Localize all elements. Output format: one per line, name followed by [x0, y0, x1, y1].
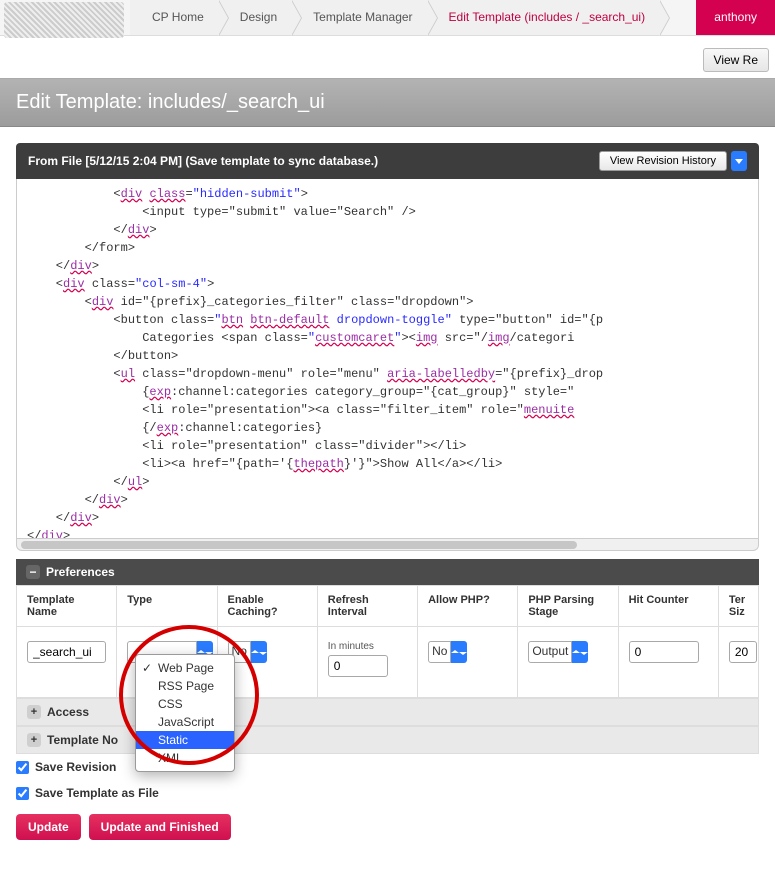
- editor-horizontal-scrollbar[interactable]: [16, 539, 759, 551]
- crumb-edit-template[interactable]: Edit Template (includes / _search_ui): [427, 0, 660, 35]
- hit-counter-input[interactable]: [629, 641, 699, 663]
- view-revision-history-button[interactable]: View Revision History: [599, 151, 727, 171]
- refresh-note: In minutes: [328, 641, 407, 652]
- select-arrow-icon: [451, 641, 467, 663]
- col-refresh-interval: Refresh Interval: [317, 586, 417, 627]
- crumb-template-manager[interactable]: Template Manager: [291, 0, 426, 35]
- site-logo: [4, 2, 124, 38]
- page-title: Edit Template: includes/_search_ui: [0, 78, 775, 127]
- preferences-section-header[interactable]: − Preferences: [16, 559, 759, 585]
- scrollbar-thumb[interactable]: [21, 541, 577, 549]
- col-allow-php: Allow PHP?: [418, 586, 518, 627]
- collapse-icon: −: [26, 565, 40, 579]
- template-notes-label: Template No: [47, 733, 118, 747]
- update-and-finished-button[interactable]: Update and Finished: [89, 814, 231, 840]
- access-section-header[interactable]: + Access: [16, 698, 759, 726]
- template-code-editor[interactable]: <div class="hidden-submit"> <input type=…: [16, 179, 759, 539]
- col-php-stage: PHP Parsing Stage: [518, 586, 618, 627]
- select-arrow-icon: [251, 641, 267, 663]
- ter-size-input[interactable]: [729, 641, 757, 663]
- select-arrow-icon: [572, 641, 588, 663]
- save-revision-label: Save Revision: [35, 760, 116, 774]
- save-as-file-checkbox[interactable]: [16, 787, 29, 800]
- allow-php-select[interactable]: No: [428, 641, 467, 663]
- breadcrumb-bar: CP Home Design Template Manager Edit Tem…: [0, 0, 775, 36]
- template-file-status: From File [5/12/15 2:04 PM] (Save templa…: [16, 143, 759, 179]
- type-option-static[interactable]: Static: [136, 731, 234, 749]
- save-as-file-label: Save Template as File: [35, 786, 159, 800]
- col-ter-size: Ter Siz: [718, 586, 758, 627]
- php-stage-select[interactable]: Output: [528, 641, 588, 663]
- expand-icon: +: [27, 705, 41, 719]
- template-notes-section-header[interactable]: + Template No: [16, 726, 759, 754]
- crumb-cp-home[interactable]: CP Home: [130, 0, 218, 35]
- access-label: Access: [47, 705, 89, 719]
- col-template-name: Template Name: [17, 586, 117, 627]
- template-name-input[interactable]: [27, 641, 106, 663]
- user-menu[interactable]: anthony: [696, 0, 775, 35]
- view-re-button[interactable]: View Re: [703, 48, 769, 72]
- refresh-interval-input[interactable]: [328, 655, 388, 677]
- type-option-rss-page[interactable]: RSS Page: [136, 677, 234, 695]
- crumb-design[interactable]: Design: [218, 0, 291, 35]
- type-option-css[interactable]: CSS: [136, 695, 234, 713]
- save-revision-checkbox[interactable]: [16, 761, 29, 774]
- col-enable-caching: Enable Caching?: [217, 586, 317, 627]
- preferences-table: Template Name Type Enable Caching? Refre…: [16, 585, 759, 698]
- type-option-javascript[interactable]: JavaScript: [136, 713, 234, 731]
- preferences-label: Preferences: [46, 565, 115, 579]
- revision-dropdown-icon[interactable]: [731, 151, 747, 171]
- type-option-web-page[interactable]: Web Page: [136, 659, 234, 677]
- col-type: Type: [117, 586, 217, 627]
- file-status-text: From File [5/12/15 2:04 PM] (Save templa…: [28, 154, 378, 168]
- col-hit-counter: Hit Counter: [618, 586, 718, 627]
- update-button[interactable]: Update: [16, 814, 81, 840]
- type-option-xml[interactable]: XML: [136, 749, 234, 767]
- expand-icon: +: [27, 733, 41, 747]
- type-dropdown-menu: Web Page RSS Page CSS JavaScript Static …: [135, 654, 235, 772]
